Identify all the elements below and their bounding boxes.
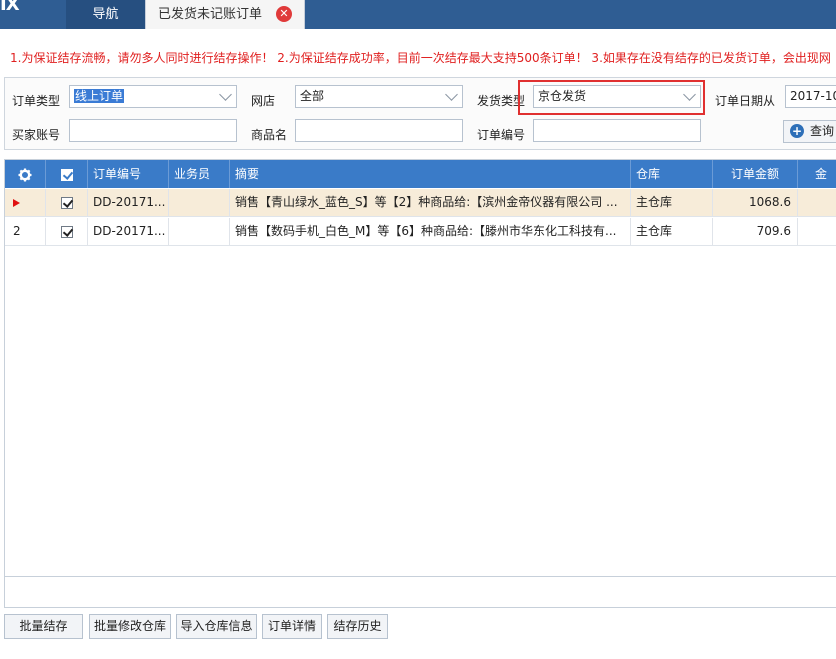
col-warehouse[interactable]: 仓库 — [631, 160, 713, 188]
cell-row-index: 2 — [5, 218, 46, 245]
shop-select[interactable]: 全部 — [295, 85, 463, 108]
query-button[interactable]: + 查询 — [783, 120, 836, 143]
order-type-value: 线上订单 — [74, 89, 125, 103]
order-type-select[interactable]: 线上订单 — [69, 85, 237, 108]
grid-footer-divider — [5, 576, 836, 577]
cell-salesman — [169, 218, 230, 245]
cell-summary: 销售【青山绿水_蓝色_S】等【2】种商品给:【滨州金帝仪器有限公司 ... — [230, 189, 631, 216]
settle-history-button[interactable]: 结存历史 — [327, 614, 388, 639]
buyer-account-input[interactable] — [69, 119, 237, 142]
select-all-checkbox[interactable] — [46, 160, 88, 188]
order-number-label: 订单编号 — [477, 128, 526, 142]
date-from-input[interactable]: 2017-10 — [785, 85, 836, 108]
product-name-input[interactable] — [295, 119, 463, 142]
col-order-number[interactable]: 订单编号 — [88, 160, 169, 188]
cell-warehouse: 主仓库 — [631, 189, 713, 216]
chevron-down-icon — [445, 88, 458, 101]
col-salesman[interactable]: 业务员 — [169, 160, 230, 188]
cell-order-amount: 1068.6 — [713, 189, 798, 216]
row-pointer-icon — [5, 189, 46, 216]
cell-summary: 销售【数码手机_白色_M】等【6】种商品给:【滕州市华东化工科技有... — [230, 218, 631, 245]
cell-amount-extra — [798, 218, 836, 245]
grid-header: 订单编号 业务员 摘要 仓库 订单金额 金 — [5, 160, 836, 188]
order-number-input[interactable] — [533, 119, 701, 142]
orders-grid: 订单编号 业务员 摘要 仓库 订单金额 金 DD-20171... 销售【青山绿… — [4, 159, 836, 608]
col-amount-extra[interactable]: 金 — [798, 160, 836, 188]
buyer-account-label: 买家账号 — [12, 128, 61, 142]
shop-label: 网店 — [251, 94, 276, 108]
top-tab-bar: IX 导航 已发货未记账订单 ✕ — [0, 0, 836, 29]
product-name-label: 商品名 — [251, 128, 288, 142]
checkbox-icon — [60, 225, 73, 238]
col-summary[interactable]: 摘要 — [230, 160, 631, 188]
cell-amount-extra — [798, 189, 836, 216]
cell-warehouse: 主仓库 — [631, 218, 713, 245]
row-checkbox[interactable] — [46, 218, 88, 245]
settings-gear-icon[interactable] — [5, 160, 46, 188]
table-row[interactable]: 2 DD-20171... 销售【数码手机_白色_M】等【6】种商品给:【滕州市… — [5, 218, 836, 246]
shop-value: 全部 — [300, 89, 325, 103]
cell-order-amount: 709.6 — [713, 218, 798, 245]
batch-modify-warehouse-button[interactable]: 批量修改仓库 — [89, 614, 171, 639]
import-warehouse-info-button[interactable]: 导入仓库信息 — [176, 614, 257, 639]
close-icon[interactable]: ✕ — [276, 6, 292, 22]
cell-salesman — [169, 189, 230, 216]
col-order-amount[interactable]: 订单金额 — [713, 160, 798, 188]
cell-order-number: DD-20171... — [88, 189, 169, 216]
ship-type-highlight — [518, 80, 705, 115]
notice-text: 1.为保证结存流畅，请勿多人同时进行结存操作！ 2.为保证结存成功率，目前一次结… — [10, 51, 831, 65]
query-label: 查询 — [810, 124, 835, 138]
table-row[interactable]: DD-20171... 销售【青山绿水_蓝色_S】等【2】种商品给:【滨州金帝仪… — [5, 189, 836, 217]
batch-settle-button[interactable]: 批量结存 — [4, 614, 83, 639]
chevron-down-icon — [219, 88, 232, 101]
row-checkbox[interactable] — [46, 189, 88, 216]
tab-navigation[interactable]: 导航 — [66, 0, 145, 29]
tab-label: 已发货未记账订单 — [158, 7, 263, 22]
date-from-label: 订单日期从 — [715, 94, 776, 108]
plus-icon: + — [790, 124, 804, 138]
order-detail-button[interactable]: 订单详情 — [262, 614, 322, 639]
checkbox-icon — [60, 196, 73, 209]
cell-order-number: DD-20171... — [88, 218, 169, 245]
checkbox-icon — [60, 168, 73, 181]
app-logo: IX — [0, 0, 20, 15]
order-type-label: 订单类型 — [12, 94, 61, 108]
